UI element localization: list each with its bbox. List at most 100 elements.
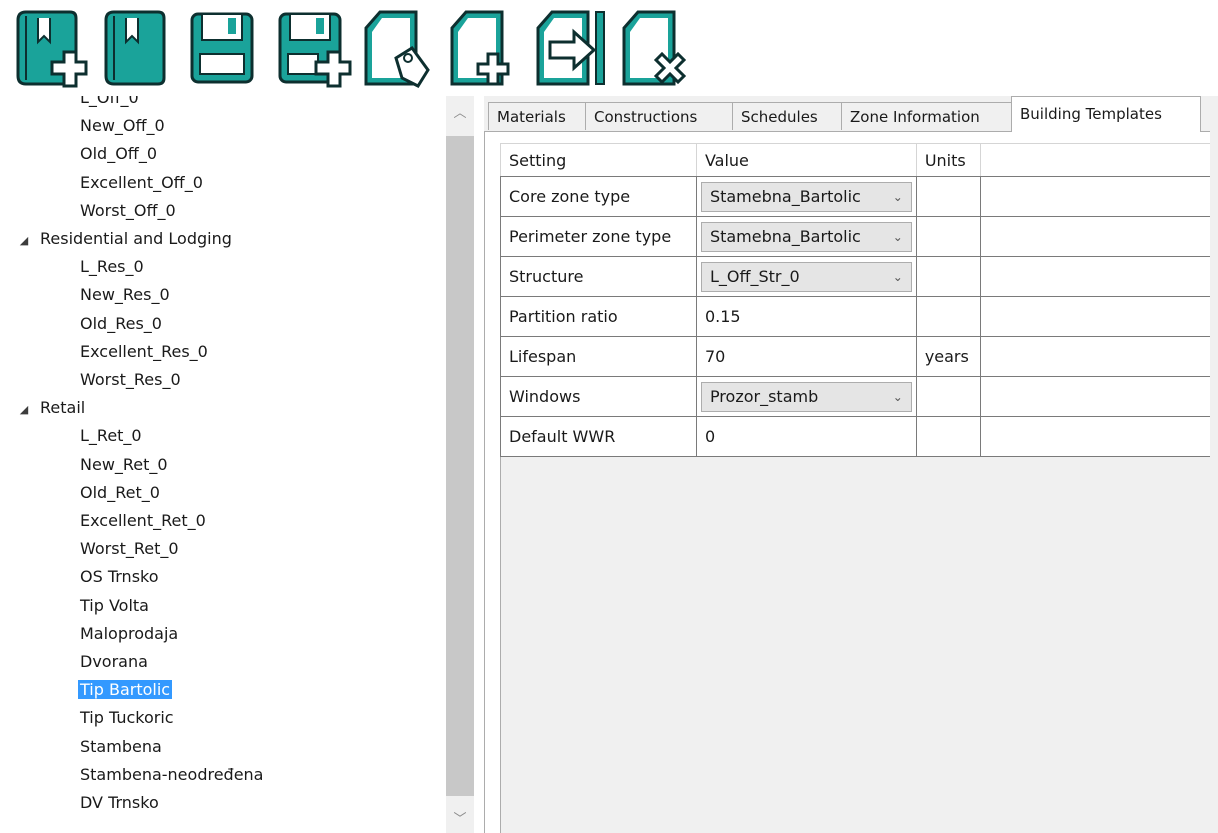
document-tag-icon xyxy=(364,10,430,88)
grid-row: Core zone type Stamebna_Bartolic ⌄ xyxy=(500,176,1218,217)
tree-item-label: Maloprodaja xyxy=(80,623,179,643)
value-dropdown[interactable]: Prozor_stamb ⌄ xyxy=(700,381,912,412)
dropdown-selected-value: Prozor_stamb xyxy=(709,387,819,406)
tree-item[interactable]: Stambena xyxy=(78,733,164,761)
save-button[interactable] xyxy=(188,8,268,94)
tree-item-label: Tip Tuckoric xyxy=(80,708,174,728)
tree-item-label: Dvorana xyxy=(80,652,148,671)
tree-item[interactable]: L_Res_0 xyxy=(78,253,146,281)
scrollbar-thumb[interactable] xyxy=(446,136,474,796)
tree-item-label: Worst_Res_0 xyxy=(80,370,181,389)
tree-item[interactable]: Old_Ret_0 xyxy=(78,479,162,507)
tree-item-label: L_Res_0 xyxy=(80,257,144,277)
tree-item[interactable]: New_Off_0 xyxy=(78,112,167,140)
filler-cell xyxy=(979,296,1218,337)
tree-item[interactable]: L_Ret_0 xyxy=(78,422,144,450)
tree-item-label: Tip Bartolic xyxy=(78,680,173,700)
tree-item-label: DV Trnsko xyxy=(80,793,159,812)
value-dropdown[interactable]: Stamebna_Bartolic ⌄ xyxy=(700,221,912,252)
filler-cell xyxy=(979,336,1218,377)
grid-row: Partition ratio 0.15 xyxy=(500,296,1218,337)
tab-constructions[interactable]: Constructions xyxy=(585,102,733,130)
value-dropdown[interactable]: L_Off_Str_0 ⌄ xyxy=(700,261,912,292)
tab-zone-information[interactable]: Zone Information xyxy=(841,102,1012,130)
grid-row: Perimeter zone type Stamebna_Bartolic ⌄ xyxy=(500,216,1218,257)
tag-document-button[interactable] xyxy=(362,8,442,94)
grid-row: Default WWR 0 xyxy=(500,416,1218,457)
expand-triangle-icon[interactable]: ◢ xyxy=(18,396,30,424)
delete-document-button[interactable] xyxy=(620,8,700,94)
tree-group[interactable]: ◢ Residential and Lodging xyxy=(18,225,232,253)
tab-schedules[interactable]: Schedules xyxy=(732,102,842,130)
value-dropdown[interactable]: Stamebna_Bartolic ⌄ xyxy=(700,181,912,212)
expand-triangle-icon[interactable]: ◢ xyxy=(18,227,30,255)
tree-item[interactable]: DV Trnsko xyxy=(78,789,161,817)
setting-label: Perimeter zone type xyxy=(500,216,697,257)
scroll-up-icon[interactable]: ︿ xyxy=(446,102,474,126)
tree-item[interactable]: New_Res_0 xyxy=(78,281,172,309)
tree-item-label: Old_Res_0 xyxy=(80,313,162,333)
tab-strip: Materials Constructions Schedules Zone I… xyxy=(484,96,1218,132)
tree-item[interactable]: Worst_Ret_0 xyxy=(78,535,181,563)
tree-item-label: Stambena xyxy=(80,736,162,756)
tree-item-label: OS Trnsko xyxy=(80,567,159,587)
book-icon xyxy=(104,10,166,86)
tree-item-label: New_Ret_0 xyxy=(80,454,168,474)
column-header-value[interactable]: Value xyxy=(695,143,917,177)
tree-item[interactable]: Excellent_Off_0 xyxy=(78,169,205,197)
filler-cell xyxy=(979,256,1218,297)
chevron-down-icon[interactable]: ⌄ xyxy=(893,230,903,244)
tree-group[interactable]: ◢ Retail xyxy=(18,394,85,422)
value-input[interactable]: 0.15 xyxy=(695,296,917,337)
export-document-button[interactable] xyxy=(534,8,614,94)
chevron-down-icon[interactable]: ⌄ xyxy=(893,270,903,284)
tree-item[interactable]: Excellent_Res_0 xyxy=(78,338,210,366)
scroll-down-icon[interactable]: ﹀ xyxy=(446,808,474,832)
tree-item[interactable]: Excellent_Ret_0 xyxy=(78,507,208,535)
value-input[interactable]: 70 xyxy=(695,336,917,377)
tree-item[interactable]: Stambena-neodređena xyxy=(78,761,265,789)
open-library-button[interactable] xyxy=(100,8,180,94)
value-cell: L_Off_Str_0 ⌄ xyxy=(695,256,917,297)
tree-item[interactable]: Tip Tuckoric xyxy=(78,704,176,732)
tree-item[interactable]: OS Trnsko xyxy=(78,563,161,591)
tree-item[interactable]: Dvorana xyxy=(78,648,150,676)
chevron-down-icon[interactable]: ⌄ xyxy=(893,190,903,204)
tree-item[interactable]: Maloprodaja xyxy=(78,620,180,648)
tree-group-label: Residential and Lodging xyxy=(40,229,232,248)
add-library-button[interactable] xyxy=(12,8,92,94)
new-document-button[interactable] xyxy=(448,8,528,94)
tab-building-templates[interactable]: Building Templates xyxy=(1011,96,1201,132)
setting-label: Lifespan xyxy=(500,336,697,377)
floppy-plus-icon xyxy=(278,12,352,88)
column-header-setting[interactable]: Setting xyxy=(500,143,697,177)
tree-item[interactable]: Old_Res_0 xyxy=(78,310,164,338)
tree-item[interactable]: Worst_Res_0 xyxy=(78,366,183,394)
tree-item[interactable]: Old_Off_0 xyxy=(78,140,159,168)
tree-item-label: Worst_Off_0 xyxy=(80,200,176,220)
details-panel: Materials Constructions Schedules Zone I… xyxy=(484,96,1218,833)
units-cell xyxy=(915,216,981,257)
tree-item-selected[interactable]: Tip Bartolic xyxy=(78,676,173,704)
tree-item-label: Excellent_Ret_0 xyxy=(80,511,206,530)
tree-item[interactable]: L_Off_0 xyxy=(78,96,141,112)
tree-item-label: Stambena-neodređena xyxy=(80,764,264,784)
filler-cell xyxy=(979,176,1218,217)
tree-item[interactable]: New_Ret_0 xyxy=(78,451,170,479)
window-edge xyxy=(1210,96,1218,833)
tree-item-label: Old_Ret_0 xyxy=(80,482,160,502)
setting-label: Partition ratio xyxy=(500,296,697,337)
template-tree[interactable]: L_Off_0 New_Off_0 Old_Off_0 Excellent_Off_0… xyxy=(0,96,446,833)
value-input[interactable]: 0 xyxy=(695,416,917,457)
tab-materials[interactable]: Materials xyxy=(488,102,586,130)
settings-grid: Setting Value Units Core zone type Stameb… xyxy=(500,143,1218,457)
tree-scrollbar[interactable]: ︿ ﹀ xyxy=(446,96,474,833)
save-as-button[interactable] xyxy=(276,8,356,94)
column-header-filler xyxy=(979,143,1218,177)
tree-item[interactable]: Tip Volta xyxy=(78,592,151,620)
tree-item[interactable]: Worst_Off_0 xyxy=(78,197,178,225)
tree-item-label: Old_Off_0 xyxy=(80,144,157,164)
column-header-units[interactable]: Units xyxy=(915,143,981,177)
chevron-down-icon[interactable]: ⌄ xyxy=(893,390,903,404)
value-cell: Stamebna_Bartolic ⌄ xyxy=(695,216,917,257)
